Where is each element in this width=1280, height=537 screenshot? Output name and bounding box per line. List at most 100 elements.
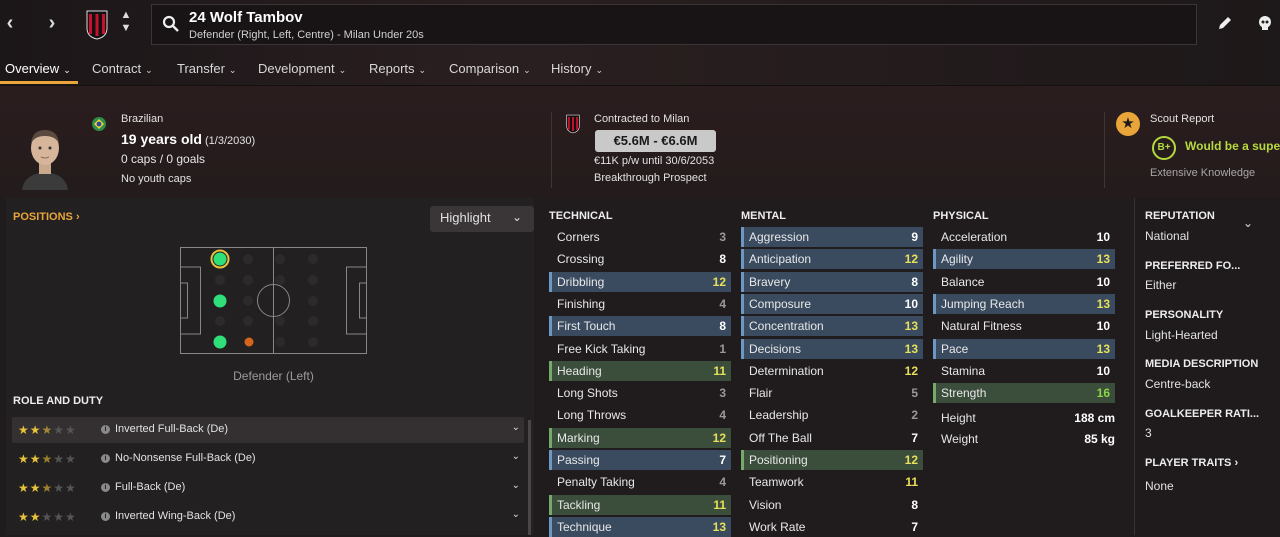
attribute-row-acceleration[interactable]: Acceleration 10 [933, 227, 1115, 247]
attribute-row-leadership[interactable]: Leadership 2 [741, 405, 923, 425]
height-label: Height [941, 411, 976, 425]
attribute-name: Determination [749, 363, 824, 378]
media-description-value: Centre-back [1145, 377, 1211, 391]
attribute-value: 8 [719, 252, 726, 267]
attribute-row-long-throws[interactable]: Long Throws 4 [549, 405, 731, 425]
player-traits-title[interactable]: PLAYER TRAITS › [1145, 457, 1238, 469]
chevron-right-icon[interactable]: › [42, 12, 62, 34]
tab-overview[interactable]: Overview ⌄ [5, 61, 71, 76]
attribute-name: Agility [941, 252, 974, 267]
tab-comparison[interactable]: Comparison ⌄ [449, 61, 531, 76]
highlight-dropdown[interactable]: Highlight ⌄ [430, 206, 534, 232]
player-traits-value: None [1145, 479, 1174, 493]
player-avatar [22, 130, 68, 190]
star-rating: ★★★★★ [18, 481, 77, 495]
role-row[interactable]: ★★★★★ i Inverted Wing-Back (De) ⌄ [12, 504, 524, 530]
role-row[interactable]: ★★★★★ i No-Nonsense Full-Back (De) ⌄ [12, 446, 524, 472]
date-of-birth: (1/3/2030) [205, 135, 256, 147]
contract-club: Contracted to Milan [594, 113, 690, 125]
positions-title[interactable]: POSITIONS › [13, 211, 80, 223]
scout-summary[interactable]: Would be a super [1185, 139, 1280, 153]
attribute-row-aggression[interactable]: Aggression 9 [741, 227, 923, 247]
attribute-value: 3 [719, 386, 726, 401]
chevron-down-icon[interactable]: ⌄ [512, 509, 520, 520]
attribute-row-first-touch[interactable]: First Touch 8 [549, 316, 731, 337]
attribute-row-positioning[interactable]: Positioning 12 [741, 450, 923, 470]
attribute-row-off-the-ball[interactable]: Off The Ball 7 [741, 428, 923, 448]
chevron-down-icon[interactable]: ⌄ [1243, 216, 1253, 230]
position-dot-right-back[interactable] [213, 252, 227, 266]
attribute-row-natural-fitness[interactable]: Natural Fitness 10 [933, 316, 1115, 336]
role-row[interactable]: ★★★★★ i Full-Back (De) ⌄ [12, 475, 524, 501]
transfer-value[interactable]: €5.6M - €6.6M [595, 130, 716, 152]
attribute-row-determination[interactable]: Determination 12 [741, 361, 923, 381]
attribute-value: 3 [719, 230, 726, 244]
pencil-icon[interactable] [1216, 14, 1234, 32]
chevron-down-icon[interactable]: ⌄ [512, 451, 520, 462]
switch-player-arrows[interactable]: ▲ ▼ [119, 9, 133, 37]
mental-title: MENTAL [741, 210, 787, 222]
info-icon[interactable]: i [101, 512, 110, 521]
attribute-row-flair[interactable]: Flair 5 [741, 383, 923, 403]
media-description-title: MEDIA DESCRIPTION [1145, 358, 1259, 370]
chevron-left-icon[interactable]: ‹ [0, 12, 20, 34]
attribute-value: 10 [1096, 319, 1110, 334]
attribute-row-marking[interactable]: Marking 12 [549, 427, 731, 448]
player-search-bar[interactable]: 24 Wolf Tambov Defender (Right, Left, Ce… [151, 4, 1197, 45]
position-dot-left-back[interactable] [213, 335, 227, 349]
tab-contract[interactable]: Contract ⌄ [92, 61, 153, 76]
attribute-name: Decisions [749, 341, 802, 356]
role-duty-title: ROLE AND DUTY [13, 395, 104, 407]
info-icon[interactable]: i [101, 425, 110, 434]
tab-history[interactable]: History ⌄ [551, 61, 603, 76]
attribute-row-anticipation[interactable]: Anticipation 12 [741, 249, 923, 270]
tab-reports[interactable]: Reports ⌄ [369, 61, 426, 76]
attribute-row-teamwork[interactable]: Teamwork 11 [741, 472, 923, 492]
milan-badge-icon[interactable] [86, 10, 108, 40]
attribute-row-passing[interactable]: Passing 7 [549, 450, 731, 470]
position-dot-left-wing-back[interactable] [244, 337, 254, 347]
attribute-row-finishing[interactable]: Finishing 4 [549, 294, 731, 314]
weight-row: Weight 85 kg [933, 429, 1115, 449]
attribute-row-decisions[interactable]: Decisions 13 [741, 338, 923, 359]
attribute-row-tackling[interactable]: Tackling 11 [549, 494, 731, 515]
attribute-row-technique[interactable]: Technique 13 [549, 516, 731, 537]
skull-icon[interactable] [1256, 14, 1274, 32]
attribute-row-stamina[interactable]: Stamina 10 [933, 361, 1115, 381]
tab-transfer[interactable]: Transfer ⌄ [177, 61, 236, 76]
attribute-row-corners[interactable]: Corners 3 [549, 227, 731, 247]
attribute-row-work-rate[interactable]: Work Rate 7 [741, 517, 923, 537]
attribute-value: 12 [904, 252, 918, 267]
attribute-row-bravery[interactable]: Bravery 8 [741, 271, 923, 292]
attribute-row-penalty-taking[interactable]: Penalty Taking 4 [549, 472, 731, 492]
attribute-row-vision[interactable]: Vision 8 [741, 495, 923, 515]
attribute-value: 5 [911, 386, 918, 401]
attribute-row-heading[interactable]: Heading 11 [549, 360, 731, 381]
tab-development[interactable]: Development ⌄ [258, 61, 346, 76]
scrollbar[interactable] [528, 420, 531, 535]
attribute-name: Natural Fitness [941, 319, 1022, 334]
brazil-flag-icon [92, 117, 106, 131]
tab-bar: Overview ⌄ Contract ⌄ Transfer ⌄ Developmen… [0, 55, 700, 85]
info-icon[interactable]: i [101, 483, 110, 492]
attribute-row-pace[interactable]: Pace 13 [933, 338, 1115, 359]
attribute-row-strength[interactable]: Strength 16 [933, 383, 1115, 404]
attribute-value: 7 [911, 430, 918, 445]
attribute-row-balance[interactable]: Balance 10 [933, 272, 1115, 292]
attribute-row-jumping-reach[interactable]: Jumping Reach 13 [933, 293, 1115, 314]
attribute-name: Technique [557, 519, 612, 534]
position-dot-centre-back[interactable] [213, 294, 227, 308]
chevron-down-icon[interactable]: ⌄ [512, 422, 520, 433]
attribute-row-concentration[interactable]: Concentration 13 [741, 316, 923, 337]
chevron-down-icon[interactable]: ⌄ [512, 480, 520, 491]
attribute-name: Marking [557, 430, 600, 445]
info-icon[interactable]: i [101, 454, 110, 463]
attribute-row-free-kick-taking[interactable]: Free Kick Taking 1 [549, 339, 731, 359]
attribute-row-dribbling[interactable]: Dribbling 12 [549, 271, 731, 292]
attribute-row-crossing[interactable]: Crossing 8 [549, 249, 731, 269]
attribute-row-agility[interactable]: Agility 13 [933, 249, 1115, 270]
role-row[interactable]: ★★★★★ i Inverted Full-Back (De) ⌄ [12, 417, 524, 443]
attribute-row-composure[interactable]: Composure 10 [741, 293, 923, 314]
attribute-value: 13 [1096, 341, 1110, 356]
attribute-row-long-shots[interactable]: Long Shots 3 [549, 383, 731, 403]
